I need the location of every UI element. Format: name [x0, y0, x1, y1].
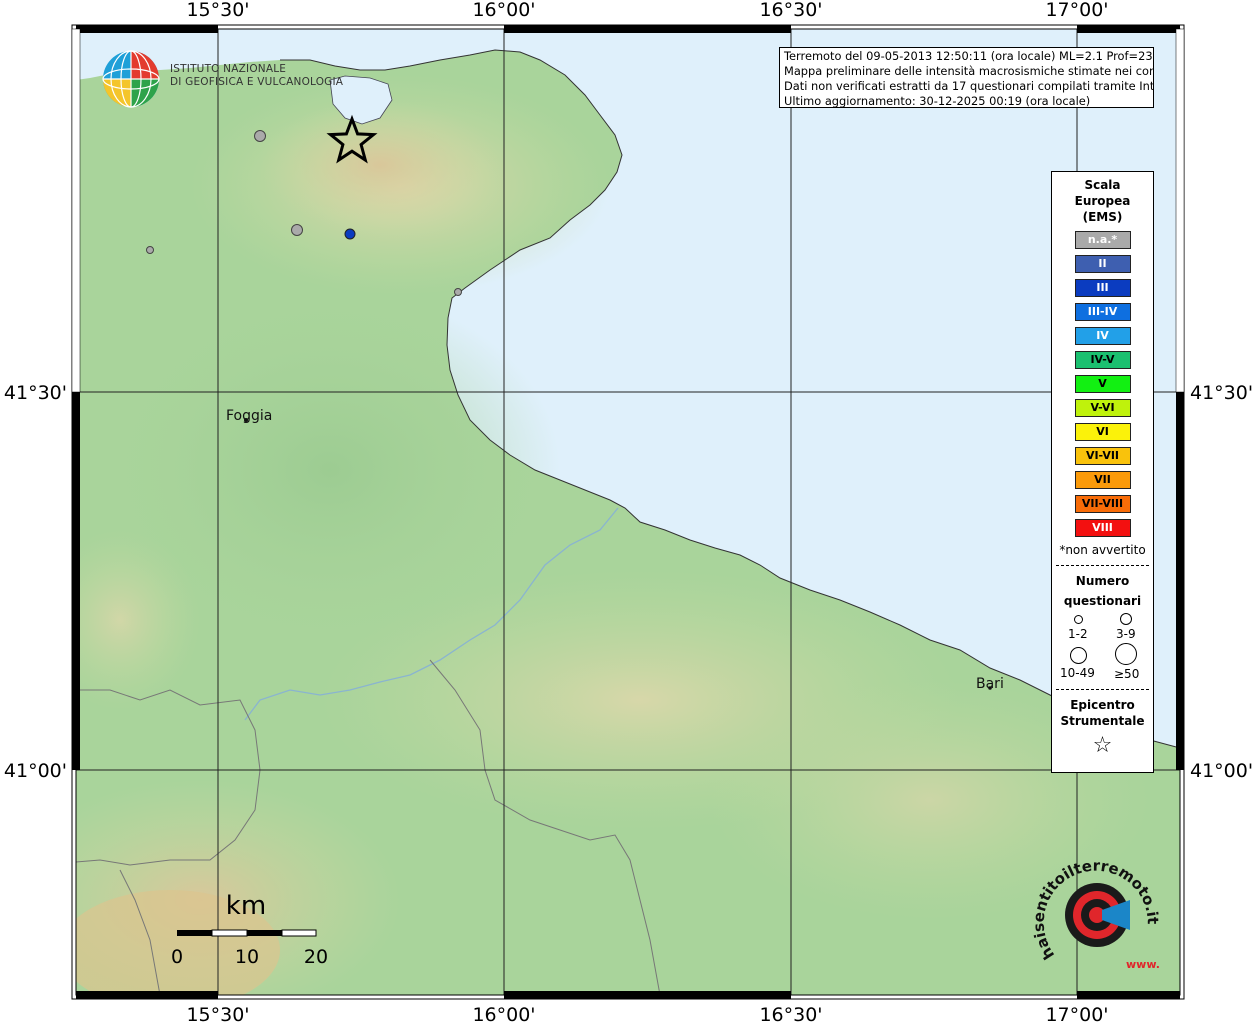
legend-title-line1: Scala: [1084, 178, 1121, 192]
lon-label: 15°30': [186, 1004, 249, 1024]
lon-label: 16°30': [759, 1004, 822, 1024]
city-label: Bari: [976, 676, 1004, 692]
epicenter-star-icon: ☆: [1092, 733, 1113, 758]
city-foggia: Foggia: [226, 408, 272, 424]
event-line: Terremoto del 09-05-2013 12:50:11 (ora l…: [784, 49, 1154, 63]
count-circle-large: [1070, 647, 1087, 664]
map-description-line: Mappa preliminare delle intensità macros…: [784, 64, 1154, 78]
lat-label: 41°00': [1190, 760, 1253, 782]
legend-title-line2: Europea: [1074, 194, 1131, 208]
legend-item-vi: VI: [1074, 423, 1131, 441]
last-update-line: Ultimo aggiornamento: 30-12-2025 00:19 (…: [784, 94, 1091, 108]
legend-item-viii: VIII: [1074, 519, 1131, 537]
scale-unit: km: [226, 891, 266, 921]
event-info-box: Terremoto del 09-05-2013 12:50:11 (ora l…: [779, 47, 1154, 108]
intensity-point-iii[interactable]: [344, 228, 356, 240]
tavoliere-plain: [100, 290, 560, 650]
intensity-point-na[interactable]: [146, 246, 154, 254]
ingv-logo: [100, 48, 164, 116]
count-label: 1-2: [1068, 627, 1088, 641]
scale-bar: km 0 10 20: [171, 891, 328, 968]
lon-label: 16°30': [759, 0, 822, 21]
epicentro-title-line2: Strumentale: [1060, 714, 1145, 728]
haisentito-url: www.: [1126, 958, 1160, 971]
legend-item-iv: IV: [1074, 327, 1131, 345]
epicentro-title-line1: Epicentro: [1070, 698, 1135, 712]
intensity-point-na[interactable]: [254, 130, 266, 142]
legend-note: *non avvertito: [1059, 543, 1146, 557]
longitude-labels-top: 15°30' 16°00' 16°30' 17°00': [186, 0, 1108, 21]
haisentito-logo[interactable]: haisentitoilterremoto.it www.: [1030, 860, 1160, 975]
city-label: Foggia: [226, 408, 272, 424]
legend-item-vi-vii: VI-VII: [1074, 447, 1131, 465]
numero-title-line1: Numero: [1075, 574, 1130, 588]
questionnaire-count-key: 1-2 3-9 10-49 ≥50: [1052, 611, 1153, 681]
count-circle-medium: [1120, 613, 1132, 625]
legend-item-vii: VII: [1074, 471, 1131, 489]
legend-item-iii: III: [1074, 279, 1131, 297]
legend-item-v-vi: V-VI: [1074, 399, 1131, 417]
count-label: 3-9: [1116, 627, 1136, 641]
lon-label: 17°00': [1045, 1004, 1108, 1024]
legend-item-iii-iv: III-IV: [1074, 303, 1131, 321]
numero-title-line2: questionari: [1063, 594, 1142, 608]
legend-divider: [1056, 689, 1149, 690]
lat-label: 41°00': [4, 760, 67, 782]
ingv-name-line1: ISTITUTO NAZIONALE: [170, 63, 287, 75]
gargano-highland-core: [260, 100, 500, 230]
legend-divider: [1056, 565, 1149, 566]
intensity-point-na[interactable]: [454, 288, 462, 296]
count-circle-small: [1074, 615, 1083, 624]
legend-scale-items: n.a.* II III III-IV IV IV-V V V-VI VI VI-VII VII VI…: [1052, 231, 1153, 537]
scale-tick: 0: [171, 946, 183, 968]
legend-item-v: V: [1074, 375, 1131, 393]
legend-item-ii: II: [1074, 255, 1131, 273]
intensity-legend: Scala Europea (EMS) n.a.* II III III-IV IV IV…: [1051, 171, 1154, 773]
lon-label: 16°00': [472, 0, 535, 21]
scale-tick: 10: [235, 946, 259, 968]
lat-label: 41°30': [1190, 382, 1253, 404]
lon-label: 17°00': [1045, 0, 1108, 21]
count-label: 10-49: [1060, 666, 1095, 680]
count-circle-xlarge: [1115, 643, 1137, 665]
legend-item-vii-viii: VII-VIII: [1074, 495, 1131, 513]
legend-item-iv-v: IV-V: [1074, 351, 1131, 369]
data-source-line: Dati non verificati estratti da 17 quest…: [784, 79, 1154, 93]
intensity-point-na[interactable]: [291, 224, 303, 236]
city-bari: Bari: [976, 676, 1004, 692]
ingv-name: ISTITUTO NAZIONALE DI GEOFISICA E VULCAN…: [170, 63, 343, 89]
legend-item-n-a: n.a.*: [1074, 231, 1131, 249]
lon-label: 15°30': [186, 0, 249, 21]
lat-label: 41°30': [4, 382, 67, 404]
lon-label: 16°00': [472, 1004, 535, 1024]
longitude-labels-bottom: 15°30' 16°00' 16°30' 17°00': [186, 1004, 1108, 1024]
scale-tick: 20: [304, 946, 328, 968]
ingv-name-line2: DI GEOFISICA E VULCANOLOGIA: [170, 76, 344, 88]
count-label: ≥50: [1114, 667, 1140, 681]
legend-title-line3: (EMS): [1082, 210, 1123, 224]
